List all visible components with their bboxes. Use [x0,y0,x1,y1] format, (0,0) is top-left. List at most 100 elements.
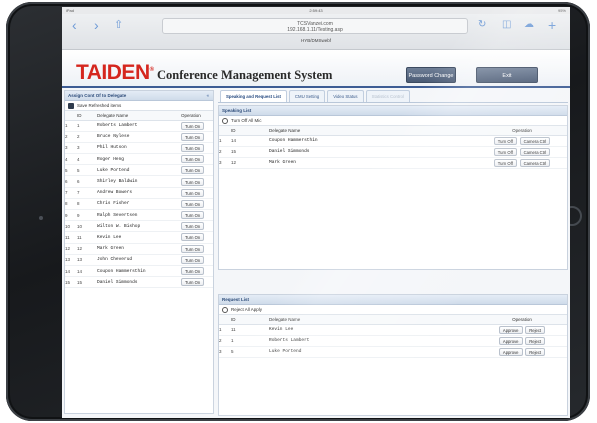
row-delegate-name: John Cheverud [97,254,181,266]
col-operation: Operation [477,315,567,325]
turn-on-button[interactable]: Turn On [181,132,205,141]
turn-on-button[interactable]: Turn On [181,177,205,186]
tab-bar: Speaking and Request List CMU Setting Vide… [218,90,568,103]
camera-ctrl-button[interactable]: Camera Ctrl [519,136,551,145]
reject-all-icon[interactable] [222,306,228,313]
row-operation: Turn On [181,209,213,222]
reject-button[interactable]: Reject [525,325,546,334]
turn-on-button[interactable]: Turn On [181,222,205,231]
turn-on-button[interactable]: Turn On [181,233,205,242]
row-operation: Approve Reject [477,346,567,359]
address-bar[interactable]: TCSVanzei.com 192.168.1.11/Testing.asp [162,18,468,34]
row-operation: Turn On [181,265,213,278]
reject-button[interactable]: Reject [525,336,546,345]
turn-off-button[interactable]: Turn Off [493,158,517,167]
row-operation: Turn On [181,254,213,266]
turn-on-button[interactable]: Turn On [181,188,205,197]
table-row[interactable]: 2 15 Daniel Simmonds Turn Off Camera Ctrl [219,146,567,158]
turn-on-button[interactable]: Turn On [181,199,205,208]
password-change-button[interactable]: Password Change [406,67,456,83]
row-index: 2 [65,131,77,143]
tab-3[interactable]: Statistics Control [365,90,410,102]
turn-on-button[interactable]: Turn On [181,211,205,220]
forward-arrow-icon[interactable]: › [94,18,99,32]
tab-0[interactable]: Speaking and Request List [220,90,287,102]
request-list-panel: Request List Reject All Apply ID Delegat… [218,294,568,416]
table-row[interactable]: 2 1 Roberts Lambert Approve Reject [219,335,567,347]
turn-on-button[interactable]: Turn On [181,267,205,276]
approve-button[interactable]: Approve [498,325,523,334]
table-row[interactable]: 5 5 Luke Portend Turn On [65,164,213,177]
toolbar-label[interactable]: Save Refreshed items [77,101,121,111]
turn-on-button[interactable]: Turn On [181,255,205,264]
table-row[interactable]: 3 3 Phil Hutson Turn On [65,142,213,155]
request-table: ID Delegate Name Operation 1 11 Kevin Lee A… [219,315,567,359]
table-row[interactable]: 13 13 John Cheverud Turn On [65,254,213,266]
approve-button[interactable]: Approve [498,336,523,345]
table-row[interactable]: 14 14 Coupon Hammersthin Turn On [65,265,213,278]
new-tab-icon[interactable]: + [548,18,556,32]
row-delegate-name: Chris Fisher [97,198,181,211]
share-icon[interactable]: ⇧ [114,18,123,32]
row-operation: Turn On [181,164,213,177]
turn-off-all-label[interactable]: Turn Off All Mic [231,116,262,126]
row-id: 5 [77,164,97,177]
row-index: 3 [65,142,77,155]
reject-button[interactable]: Reject [525,347,546,356]
camera-ctrl-button[interactable]: Camera Ctrl [519,147,551,156]
main-area: Assign Cont Of to Delegate « Save Refres… [62,88,570,418]
reject-all-label[interactable]: Reject All Apply [231,305,262,315]
camera-ctrl-button[interactable]: Camera Ctrl [519,158,551,167]
table-row[interactable]: 2 2 Bruce Nylese Turn On [65,131,213,143]
table-row[interactable]: 15 15 Daniel Simmonds Turn On [65,276,213,289]
turn-on-button[interactable]: Turn On [181,278,205,287]
table-row[interactable]: 3 5 Luke Portend Approve Reject [219,346,567,359]
exit-button[interactable]: Exit [476,67,538,83]
turn-on-button[interactable]: Turn On [181,244,205,253]
delegate-assign-panel: Assign Cont Of to Delegate « Save Refres… [64,90,214,414]
approve-button[interactable]: Approve [498,347,523,356]
table-row[interactable]: 1 11 Kevin Lee Approve Reject [219,324,567,336]
table-row[interactable]: 7 7 Andrew Bowers Turn On [65,187,213,199]
row-operation: Turn On [181,243,213,255]
table-row[interactable]: 10 10 Wilton W. Bishop Turn On [65,220,213,233]
back-arrow-icon[interactable]: ‹ [72,18,77,32]
turn-off-button[interactable]: Turn Off [493,136,517,145]
row-index: 10 [65,220,77,233]
tab-2[interactable]: Video Status [327,90,364,102]
reload-icon[interactable]: ↻ [478,18,486,32]
row-operation: Turn Off Camera Ctrl [477,135,567,147]
table-row[interactable]: 9 9 Ralph Severtsen Turn On [65,209,213,222]
turn-off-button[interactable]: Turn Off [493,147,517,156]
row-delegate-name: Daniel Simmonds [269,146,477,158]
request-toolbar: Reject All Apply [219,305,567,315]
table-row[interactable]: 6 6 Shirley Baldwin Turn On [65,175,213,188]
table-row[interactable]: 1 1 Roberts Lambert Turn On [65,120,213,132]
tab-1[interactable]: CMU Setting [288,90,326,102]
speaking-table: ID Delegate Name Operation 1 14 Coupon Ham… [219,126,567,170]
row-delegate-name: Bruce Nylese [97,131,181,143]
table-row[interactable]: 3 12 Mark Green Turn Off Camera Ctrl [219,157,567,170]
table-row[interactable]: 12 12 Mark Green Turn On [65,243,213,255]
table-row[interactable]: 1 14 Coupon Hammersthin Turn Off Camera Ctr… [219,135,567,147]
tab-title[interactable]: HYB/DMSwebf [62,38,570,43]
row-delegate-name: Mark Green [269,157,477,170]
table-row[interactable]: 8 8 Chris Fisher Turn On [65,198,213,211]
bookmarks-icon[interactable]: ◫ [502,18,511,32]
row-operation: Turn On [181,187,213,199]
collapse-icon[interactable]: « [206,91,209,101]
table-row[interactable]: 4 4 Roger Heng Turn On [65,153,213,166]
turn-on-button[interactable]: Turn On [181,166,205,175]
turn-off-all-icon[interactable] [222,117,228,124]
row-id: 12 [77,243,97,255]
turn-on-button[interactable]: Turn On [181,143,205,152]
row-id: 14 [77,265,97,278]
turn-on-button[interactable]: Turn On [181,155,205,164]
row-id: 3 [77,142,97,155]
turn-on-button[interactable]: Turn On [181,121,205,130]
row-id: 6 [77,175,97,188]
save-icon[interactable] [68,102,74,109]
cloud-icon[interactable]: ☁ [524,18,534,32]
table-row[interactable]: 11 11 Kevin Lee Turn On [65,231,213,244]
row-operation: Turn On [181,231,213,244]
